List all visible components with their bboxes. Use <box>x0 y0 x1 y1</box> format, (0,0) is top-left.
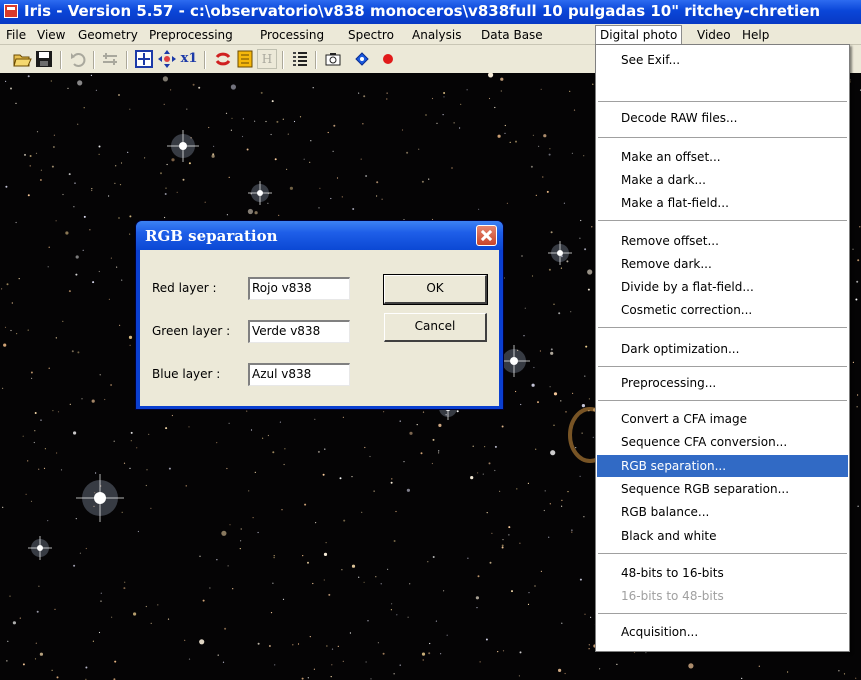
title-bar[interactable]: Iris - Version 5.57 - c:\observatorio\v8… <box>0 0 861 24</box>
zoom-region-icon[interactable] <box>134 49 154 69</box>
menu-item-convert-cfa[interactable]: Convert a CFA image <box>597 408 848 430</box>
dialog-body: Red layer : Rojo v838 Green layer : Verd… <box>140 250 499 406</box>
save-disk-icon[interactable] <box>34 49 54 69</box>
menu-item-rgb-separation[interactable]: RGB separation... <box>597 455 848 477</box>
menu-item-decode-raw[interactable]: Decode RAW files... <box>597 107 848 129</box>
menu-item-see-exif[interactable]: See Exif... <box>597 49 848 71</box>
menu-item-make-flat-field[interactable]: Make a flat-field... <box>597 192 848 214</box>
cancel-button[interactable]: Cancel <box>384 313 487 342</box>
menu-item-remove-offset[interactable]: Remove offset... <box>597 230 848 252</box>
ok-button[interactable]: OK <box>383 274 488 305</box>
close-icon[interactable] <box>476 225 497 246</box>
menu-digital-photo[interactable]: Digital photo <box>595 25 683 45</box>
window-title: Iris - Version 5.57 - c:\observatorio\v8… <box>24 2 821 20</box>
menu-item-16-to-48: 16-bits to 48-bits <box>621 589 724 603</box>
menu-item-preprocessing[interactable]: Preprocessing... <box>597 372 848 394</box>
record-icon[interactable] <box>378 49 398 69</box>
menu-item-dark-optimization[interactable]: Dark optimization... <box>597 338 848 360</box>
menu-item-rgb-balance[interactable]: RGB balance... <box>597 501 848 523</box>
header-icon[interactable]: H <box>257 49 277 69</box>
menu-data-base[interactable]: Data Base <box>477 27 547 43</box>
open-folder-icon[interactable] <box>12 49 32 69</box>
menu-help[interactable]: Help <box>738 27 773 43</box>
menu-item-acquisition[interactable]: Acquisition... <box>597 621 848 643</box>
menu-processing[interactable]: Processing <box>256 27 328 43</box>
list-icon[interactable] <box>290 49 310 69</box>
menu-item-remove-dark[interactable]: Remove dark... <box>597 253 848 275</box>
refresh-icon[interactable] <box>213 49 233 69</box>
menu-item-cosmetic-correction[interactable]: Cosmetic correction... <box>597 299 848 321</box>
notes-icon[interactable] <box>235 49 255 69</box>
undo-icon[interactable] <box>68 49 88 69</box>
menu-bar: File View Geometry Preprocessing Process… <box>0 24 861 45</box>
toolbar: x1 H <box>0 45 600 73</box>
menu-analysis[interactable]: Analysis <box>408 27 465 43</box>
menu-item-48-to-16[interactable]: 48-bits to 16-bits <box>597 562 848 584</box>
menu-item-sequence-rgb-separation[interactable]: Sequence RGB separation... <box>597 478 848 500</box>
menu-item-divide-flat-field[interactable]: Divide by a flat-field... <box>597 276 848 298</box>
dialog-title: RGB separation <box>145 227 278 245</box>
menu-file[interactable]: File <box>2 27 30 43</box>
menu-video[interactable]: Video <box>693 27 735 43</box>
green-layer-input[interactable]: Verde v838 <box>248 320 350 343</box>
blue-layer-label: Blue layer : <box>152 367 221 381</box>
red-layer-label: Red layer : <box>152 281 217 295</box>
red-layer-input[interactable]: Rojo v838 <box>248 277 350 300</box>
menu-spectro[interactable]: Spectro <box>344 27 398 43</box>
menu-preprocessing[interactable]: Preprocessing <box>145 27 237 43</box>
zoom-x1-icon[interactable]: x1 <box>179 49 199 69</box>
compare-icon[interactable] <box>100 49 120 69</box>
green-layer-label: Green layer : <box>152 324 231 338</box>
menu-item-black-and-white[interactable]: Black and white <box>597 525 848 547</box>
iris-app-icon[interactable] <box>4 4 18 18</box>
dialog-title-bar[interactable]: RGB separation <box>136 221 503 250</box>
menu-item-sequence-cfa[interactable]: Sequence CFA conversion... <box>597 431 848 453</box>
rgb-separation-dialog: RGB separation Red layer : Rojo v838 Gre… <box>135 220 504 410</box>
menu-item-make-dark[interactable]: Make a dark... <box>597 169 848 191</box>
camera-icon[interactable] <box>323 49 343 69</box>
menu-geometry[interactable]: Geometry <box>74 27 142 43</box>
move-icon[interactable] <box>157 49 177 69</box>
blue-layer-input[interactable]: Azul v838 <box>248 363 350 386</box>
menu-item-make-offset[interactable]: Make an offset... <box>597 146 848 168</box>
digital-photo-menu: See Exif... Decode RAW files... Make an … <box>595 44 850 652</box>
blue-diamond-icon[interactable] <box>352 49 372 69</box>
menu-view[interactable]: View <box>33 27 69 43</box>
